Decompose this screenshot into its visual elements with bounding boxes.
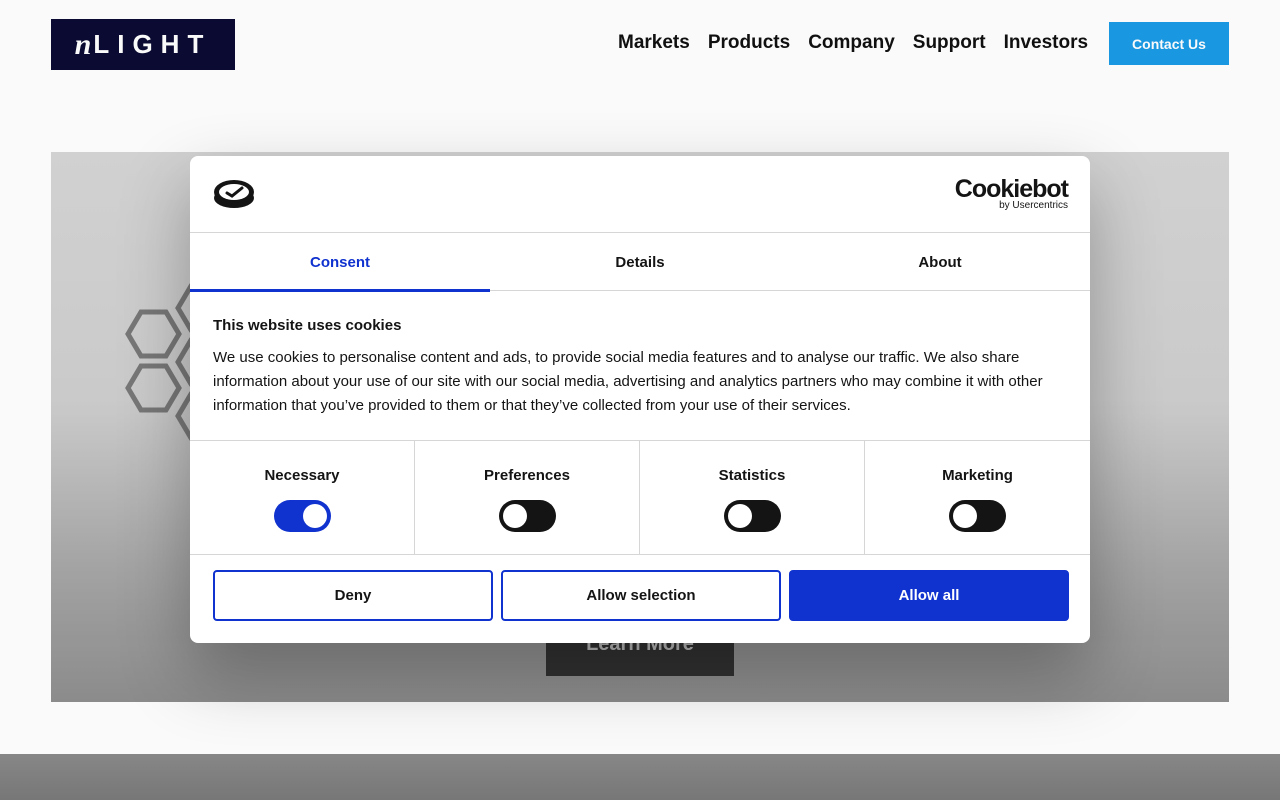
category-necessary: Necessary <box>190 441 415 554</box>
nav-support[interactable]: Support <box>913 32 986 54</box>
nav-company[interactable]: Company <box>808 32 895 54</box>
deny-button[interactable]: Deny <box>213 570 493 621</box>
site-header: n LIGHT Markets Products Company Support … <box>0 0 1280 90</box>
main-nav: Markets Products Company Support Investo… <box>618 32 1088 54</box>
category-marketing: Marketing <box>865 441 1090 554</box>
dialog-description: We use cookies to personalise content an… <box>213 349 1043 414</box>
nlight-logo[interactable]: n LIGHT <box>51 19 235 70</box>
allow-all-button[interactable]: Allow all <box>789 570 1069 621</box>
toggle-knob <box>502 504 527 528</box>
category-statistics: Statistics <box>640 441 865 554</box>
dialog-header: Cookiebot by Usercentrics <box>190 156 1090 233</box>
allow-selection-button[interactable]: Allow selection <box>501 570 781 621</box>
dialog-actions: Deny Allow selection Allow all <box>213 570 1069 621</box>
category-label: Necessary <box>264 467 340 484</box>
preferences-toggle[interactable] <box>498 500 556 532</box>
cookie-categories: Necessary Preferences Statistics Marketi… <box>190 440 1090 555</box>
cookie-consent-dialog: Cookiebot by Usercentrics Consent Detail… <box>190 156 1090 643</box>
toggle-knob <box>727 504 752 528</box>
marketing-toggle[interactable] <box>949 500 1006 532</box>
toggle-knob <box>302 504 327 528</box>
dialog-tabs: Consent Details About <box>190 234 1090 292</box>
tab-consent[interactable]: Consent <box>190 234 490 292</box>
category-label: Marketing <box>942 467 1013 484</box>
dialog-title: This website uses cookies <box>213 317 402 334</box>
nav-investors[interactable]: Investors <box>1004 32 1088 54</box>
category-label: Statistics <box>718 467 786 484</box>
next-section-banner <box>0 754 1280 800</box>
cookiebot-logo[interactable]: Cookiebot by Usercentrics <box>954 175 1069 212</box>
contact-us-button[interactable]: Contact Us <box>1109 22 1229 65</box>
category-preferences: Preferences <box>415 441 640 554</box>
statistics-toggle[interactable] <box>723 500 781 532</box>
toggle-knob <box>953 504 977 528</box>
category-label: Preferences <box>484 467 570 484</box>
tab-about[interactable]: About <box>790 234 1090 291</box>
cookiebot-wordmark: Cookiebot <box>954 175 1069 203</box>
nav-products[interactable]: Products <box>708 32 790 54</box>
tab-details[interactable]: Details <box>490 234 790 291</box>
necessary-toggle[interactable] <box>273 500 331 532</box>
nav-markets[interactable]: Markets <box>618 32 690 54</box>
cookiebot-icon <box>214 180 254 208</box>
